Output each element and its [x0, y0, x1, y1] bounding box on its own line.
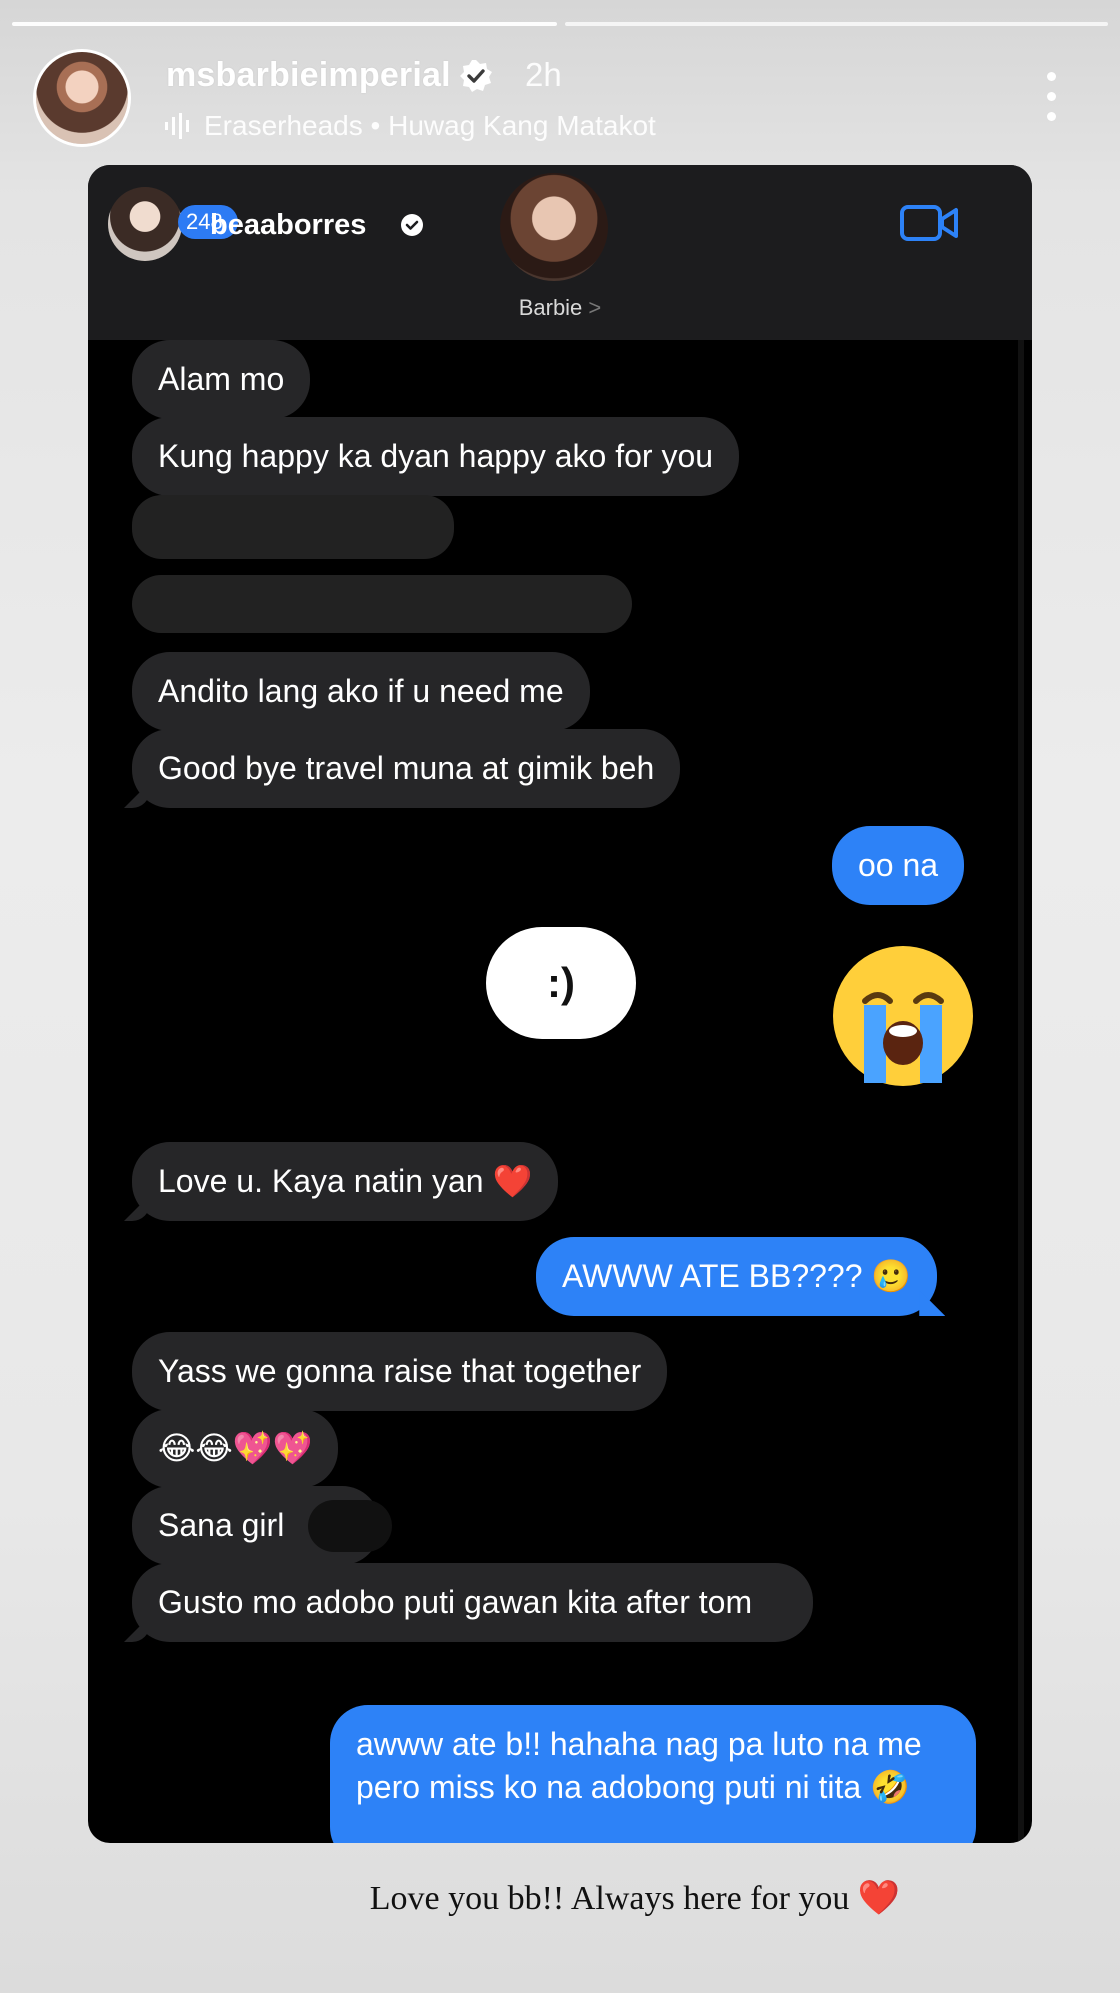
message-incoming[interactable]: Yass we gonna raise that together [132, 1332, 668, 1411]
video-call-icon[interactable] [900, 203, 960, 243]
message-incoming[interactable]: Alam mo [132, 340, 311, 419]
message-text: Sana girl [158, 1507, 285, 1543]
screenshot-frame: 248 beaaborres Barbie > Alam mo Kung hap… [88, 165, 1032, 1843]
redacted-message [132, 495, 454, 559]
message-outgoing[interactable]: oo na [832, 826, 965, 905]
more-options-button[interactable] [1036, 68, 1066, 128]
story-caption: Love you bb!! Always here for you ❤️ [369, 1880, 901, 1917]
story-music-row[interactable]: Eraserheads • Huwag Kang Matakot [164, 110, 656, 142]
music-title: Eraserheads • Huwag Kang Matakot [204, 110, 656, 141]
story-progress-segment-1 [12, 22, 557, 26]
verified-badge-icon [460, 60, 492, 92]
contact-name: Barbie [518, 295, 583, 320]
verified-badge-icon [401, 214, 423, 236]
message-incoming[interactable]: :) [486, 927, 636, 1039]
story-progress-segment-2 [565, 22, 1108, 26]
message-incoming[interactable]: Good bye travel muna at gimik beh [132, 729, 681, 808]
message-incoming[interactable]: Sana girl [132, 1486, 392, 1565]
contact-avatar[interactable] [500, 173, 608, 281]
story-author-avatar[interactable] [36, 52, 128, 144]
chevron-right-icon: > [588, 295, 602, 320]
message-incoming[interactable]: Love u. Kaya natin yan ❤️ [132, 1142, 559, 1221]
contact-name-row[interactable]: Barbie > [88, 295, 1032, 321]
loudly-crying-emoji-icon[interactable] [830, 943, 976, 1089]
chat-header: 248 beaaborres Barbie > [88, 165, 1032, 340]
story-header: msbarbieimperial 2h Eraserheads • Huwag … [0, 48, 1120, 158]
message-incoming[interactable]: Kung happy ka dyan happy ako for you [132, 417, 740, 496]
redacted-text [308, 1500, 392, 1552]
message-incoming[interactable]: Gusto mo adobo puti gawan kita after tom [132, 1563, 813, 1642]
message-outgoing[interactable]: AWWW ATE BB???? 🥲 [536, 1237, 938, 1316]
message-text: Love u. Kaya natin yan ❤️ [158, 1163, 533, 1199]
redacted-message [132, 575, 632, 633]
message-outgoing[interactable]: awww ate b!! hahaha nag pa luto na me pe… [330, 1705, 976, 1843]
message-incoming[interactable]: Andito lang ako if u need me [132, 652, 590, 731]
chat-header-name: beaaborres [210, 209, 367, 241]
scrollbar[interactable] [1018, 340, 1024, 1843]
music-bars-icon [165, 113, 189, 139]
profile-avatar[interactable] [108, 187, 182, 261]
message-incoming[interactable]: 😂😂💖💖 [132, 1409, 339, 1488]
story-time: 2h [525, 56, 562, 93]
story-username[interactable]: msbarbieimperial [166, 56, 451, 95]
